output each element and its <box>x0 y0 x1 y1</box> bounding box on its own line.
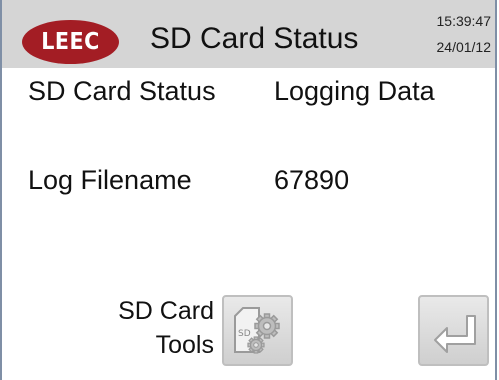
leec-logo: LEEC <box>22 20 119 64</box>
return-button[interactable] <box>418 295 489 366</box>
sd-card-status-label: SD Card Status <box>28 76 216 106</box>
sd-card-tools-label: SD Card Tools <box>82 294 214 362</box>
clock-time: 15:39:47 <box>436 13 492 29</box>
page-title: SD Card Status <box>150 22 359 55</box>
logo-text: LEEC <box>41 29 100 55</box>
sd-card-tools-label-line2: Tools <box>155 331 214 359</box>
log-filename-label: Log Filename <box>28 165 192 195</box>
sd-card-tools-label-line1: SD Card <box>118 297 214 325</box>
sd-card-status-value: Logging Data <box>274 76 435 106</box>
screen: LEEC SD Card Status 15:39:47 24/01/12 SD… <box>0 0 497 380</box>
clock-date: 24/01/12 <box>436 39 492 55</box>
sd-card-tools-button[interactable]: SD <box>222 295 293 366</box>
header-bar: LEEC SD Card Status 15:39:47 24/01/12 <box>2 0 495 68</box>
log-filename-value: 67890 <box>274 165 350 195</box>
sd-icon-text: SD <box>238 329 251 339</box>
return-arrow-icon <box>429 308 479 354</box>
sd-card-gear-icon: SD <box>229 302 287 360</box>
